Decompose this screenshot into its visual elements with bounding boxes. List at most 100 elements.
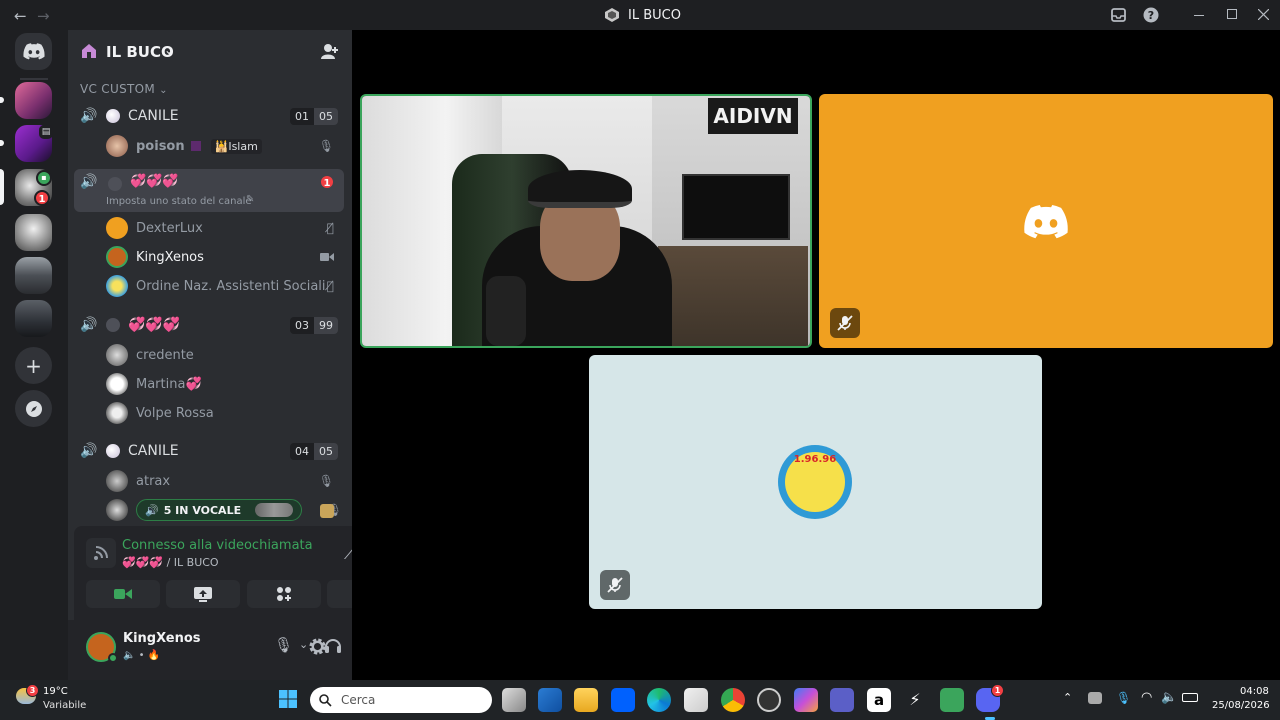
video-tile-ordine[interactable]: 1.96.96 — [589, 355, 1042, 609]
in-voice-pill[interactable]: 🔊 5 IN VOCALE — [136, 499, 303, 521]
compass-icon — [25, 400, 42, 417]
avatar — [106, 217, 128, 239]
server-icon-1[interactable] — [15, 82, 52, 119]
tray-mic-icon[interactable]: 🎙 — [1116, 691, 1131, 705]
category-label: VC CUSTOM — [80, 82, 156, 96]
channel-name: 💞💞💞 — [130, 174, 179, 189]
voice-user-martina[interactable]: Martina💞 — [106, 371, 342, 397]
copilot-icon[interactable] — [794, 688, 818, 712]
mosque-icon: 🕌 — [214, 139, 229, 153]
dropbox-icon[interactable] — [611, 688, 635, 712]
channel-status-text[interactable]: Imposta uno stato del canale — [106, 196, 252, 207]
activities-button[interactable] — [247, 580, 321, 608]
invite-people-icon[interactable] — [321, 43, 339, 60]
voice-user-dexterlux[interactable]: DexterLux 🎙̸ — [106, 215, 342, 241]
search-icon — [319, 693, 332, 707]
openai-icon[interactable] — [757, 688, 781, 712]
avatar — [106, 135, 128, 157]
nvidia-sign-image: AIDIVN — [708, 98, 798, 134]
mic-icon: 🎙 — [318, 474, 334, 488]
weather-desc[interactable]: Variabile — [43, 700, 86, 711]
discord-taskbar-badge: 1 — [991, 684, 1004, 697]
microphone-image — [486, 276, 526, 346]
microphone-icon[interactable]: 🎙 — [274, 636, 293, 654]
my-username[interactable]: KingXenos — [123, 631, 201, 646]
camera-button[interactable] — [86, 580, 160, 608]
voice-channel-hearts[interactable]: 🔊 💞💞💞 03 99 — [74, 311, 344, 339]
help-icon[interactable]: ? — [1143, 7, 1159, 23]
voice-channel-active[interactable]: 🔊 💞💞💞 Imposta uno stato del canale ✎ 1 — [74, 169, 344, 212]
taskbar-search[interactable]: Cerca — [310, 687, 492, 713]
officer-cap-image — [528, 170, 632, 208]
task-view-icon[interactable] — [502, 688, 526, 712]
teams-icon[interactable] — [830, 688, 854, 712]
user-name: Martina💞 — [136, 376, 202, 392]
video-tile-dexterlux[interactable] — [819, 94, 1273, 348]
server-icon-4[interactable] — [15, 214, 52, 251]
minimize-icon[interactable] — [1194, 15, 1204, 16]
search-placeholder: Cerca — [341, 693, 376, 707]
video-tile-camera[interactable]: AIDIVN — [360, 94, 812, 348]
voice-users-overflow[interactable]: 🔊 5 IN VOCALE 🎙 — [106, 497, 342, 523]
muted-mic-icon: 🎙̸ — [326, 279, 334, 293]
voice-channel-canile-2[interactable]: 🔊 CANILE 04 05 — [74, 437, 344, 465]
windows-start-icon[interactable] — [279, 690, 297, 708]
server-header[interactable]: IL BUCO ⌄ — [68, 30, 352, 74]
flag-icon — [190, 141, 201, 151]
connection-location[interactable]: 💞💞💞 / IL BUCO — [122, 556, 219, 569]
channel-name: 💞💞💞 — [128, 317, 181, 333]
server-icon-6[interactable] — [15, 300, 52, 337]
server-icon-5[interactable] — [15, 257, 52, 294]
channel-emoji-icon — [106, 444, 120, 458]
edge-icon[interactable] — [647, 688, 671, 712]
explore-button[interactable] — [15, 390, 52, 427]
android-app-icon[interactable] — [940, 688, 964, 712]
signal-icon[interactable] — [86, 538, 116, 568]
voice-user-atrax[interactable]: atrax 🎙 — [106, 468, 342, 494]
clock-date[interactable]: 25/08/2026 — [1212, 700, 1270, 711]
unread-pill — [0, 97, 4, 103]
amazon-icon[interactable]: a — [867, 688, 891, 712]
screen-share-button[interactable] — [166, 580, 240, 608]
inbox-icon[interactable] — [1111, 8, 1126, 22]
close-icon[interactable] — [1258, 9, 1269, 20]
add-server-button[interactable]: + — [15, 347, 52, 384]
tray-app-icon[interactable] — [1088, 692, 1102, 704]
outlook-icon[interactable] — [538, 688, 562, 712]
voice-user-kingxenos[interactable]: KingXenos — [106, 244, 342, 270]
pencil-icon[interactable]: ✎ — [246, 194, 254, 205]
battery-icon[interactable] — [1182, 693, 1198, 702]
window-title-text: IL BUCO — [628, 7, 681, 23]
wifi-icon[interactable]: ◠ — [1141, 690, 1152, 705]
discord-home-button[interactable] — [15, 33, 52, 70]
event-icon: ▤ — [39, 125, 53, 139]
clock-time[interactable]: 04:08 — [1240, 686, 1269, 697]
speaker-icon: 🔊 — [80, 317, 98, 333]
screen-share-icon — [194, 586, 212, 602]
voice-user-ordine[interactable]: Ordine Naz. Assistenti Sociali 🎙̸ — [106, 273, 342, 299]
category-header[interactable]: VC CUSTOM ⌄ — [80, 82, 168, 96]
voice-user-volpe-rossa[interactable]: Volpe Rossa — [106, 400, 342, 426]
volume-icon[interactable]: 🔈 — [1161, 690, 1177, 705]
user-limit-counter: 01 05 — [290, 108, 338, 125]
plus-icon: + — [25, 353, 42, 378]
role-tag-text: Islam — [228, 139, 258, 153]
weather-temp[interactable]: 19°C — [43, 686, 68, 697]
voice-channel-canile-1[interactable]: 🔊 CANILE 01 05 — [74, 102, 344, 130]
lightning-app-icon[interactable]: ⚡ — [903, 688, 927, 712]
chrome-icon[interactable] — [721, 688, 745, 712]
file-explorer-icon[interactable] — [574, 688, 598, 712]
voice-user-poison[interactable]: poison 🕌Islam 🎙 — [106, 133, 342, 159]
speaker-icon: 🔊 — [80, 174, 98, 190]
video-active-icon: ▪ — [36, 170, 52, 186]
window-title: IL BUCO — [604, 7, 681, 23]
maximize-icon[interactable] — [1227, 9, 1237, 19]
voice-user-credente[interactable]: credente — [106, 342, 342, 368]
tray-overflow-icon[interactable]: ⌃ — [1063, 691, 1072, 704]
mic-options-chevron-icon[interactable]: ⌄ — [299, 638, 308, 651]
back-arrow-icon[interactable]: ← — [14, 7, 27, 25]
forward-arrow-icon[interactable]: → — [37, 7, 50, 25]
store-icon[interactable] — [684, 688, 708, 712]
settings-gear-icon[interactable] — [308, 637, 327, 656]
speaker-icon: 🔊 — [145, 503, 159, 517]
